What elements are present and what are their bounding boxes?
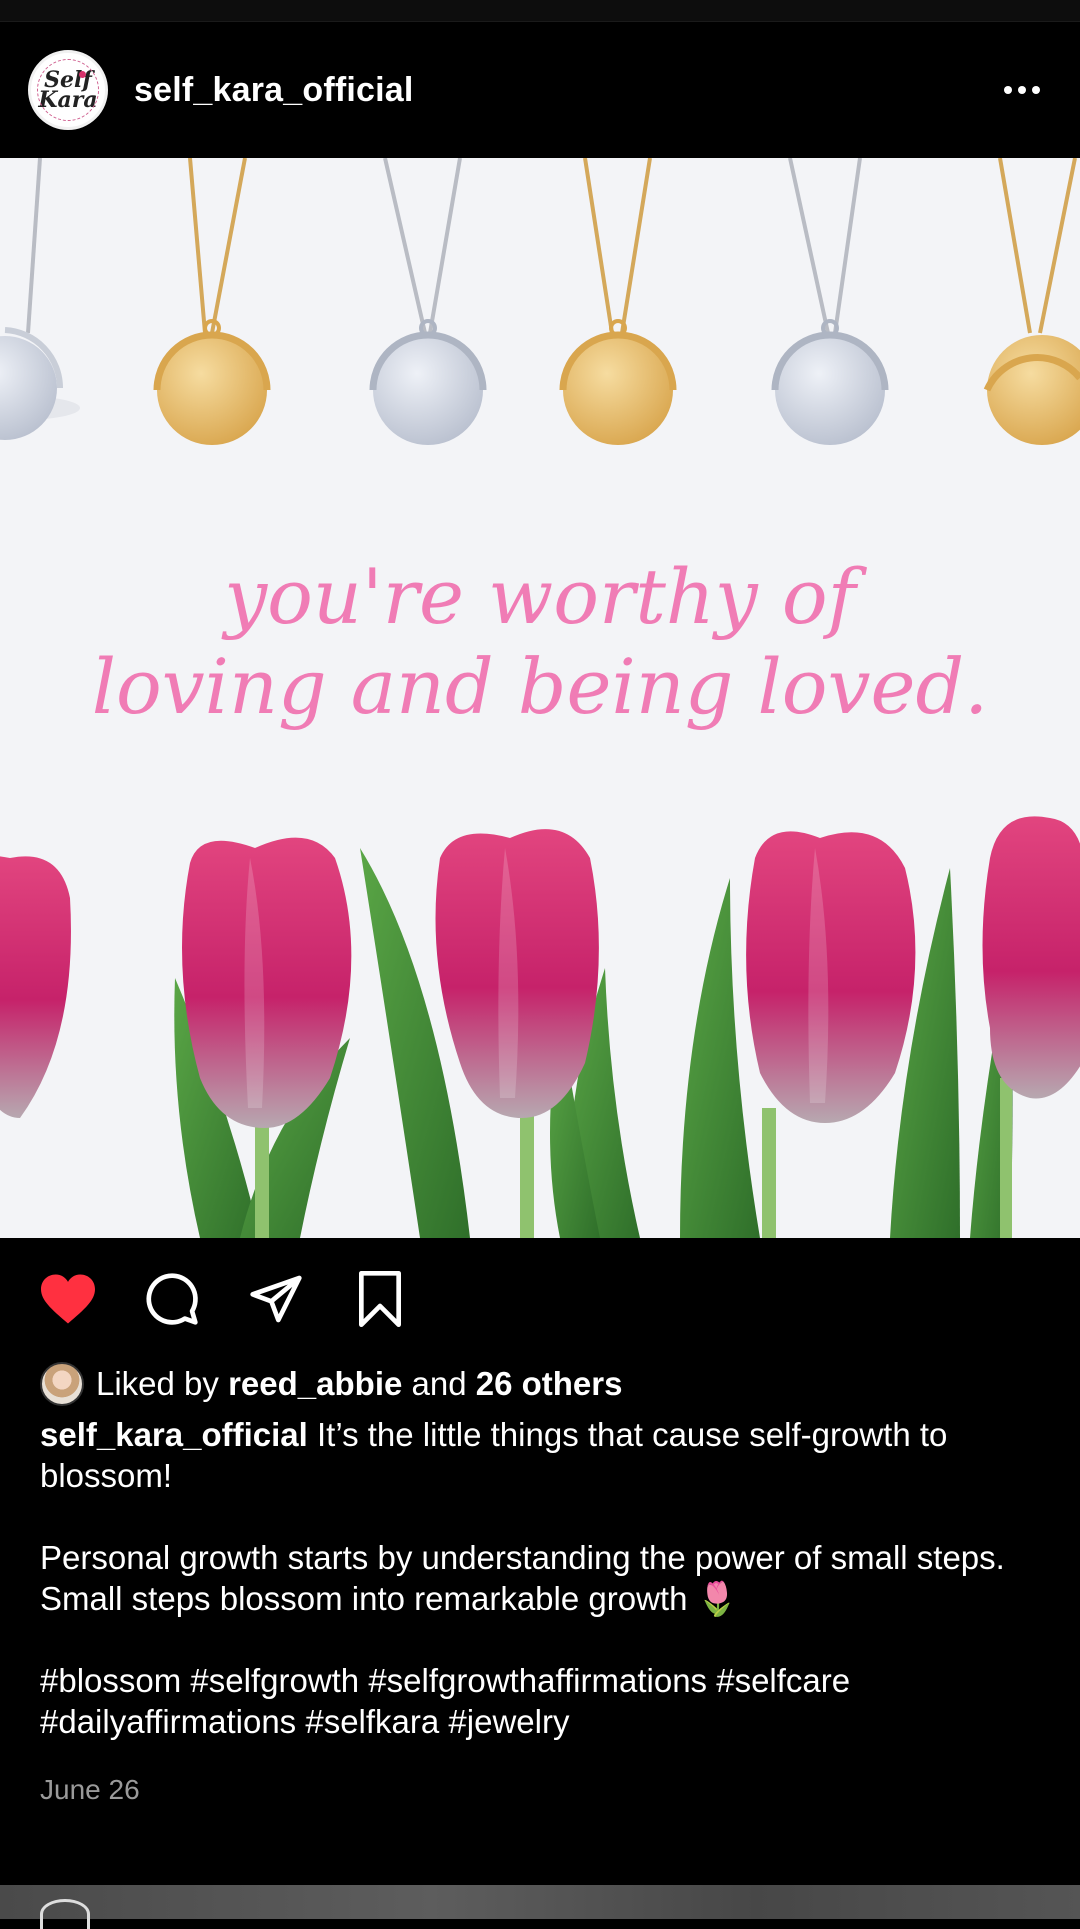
comment-button[interactable] [140, 1267, 204, 1331]
liked-prefix: Liked by [96, 1365, 219, 1402]
caption-paragraph: Personal growth starts by understanding … [40, 1539, 1005, 1617]
image-text-line1: you're worthy of [221, 552, 867, 641]
comment-icon [146, 1273, 198, 1325]
post-date: June 26 [40, 1774, 140, 1805]
liked-and: and [411, 1365, 467, 1402]
caption-hashtags[interactable]: #blossom #selfgrowth #selfgrowthaffirmat… [40, 1660, 1040, 1742]
share-icon [250, 1275, 302, 1323]
liked-user[interactable]: reed_abbie [228, 1365, 402, 1403]
likes-summary[interactable]: Liked by reed_abbie and 26 others [40, 1360, 622, 1408]
post-header: Self Kara self_kara_official [0, 22, 1080, 158]
post-actions-bar [0, 1238, 1080, 1360]
avatar-ring [37, 59, 99, 121]
post-image-artwork: you're worthy of loving and being loved. [0, 158, 1080, 1238]
bookmark-icon [359, 1271, 401, 1327]
post-caption: self_kara_official It’s the little thing… [40, 1414, 1040, 1783]
status-bar-edge [0, 0, 1080, 22]
post-username[interactable]: self_kara_official [134, 71, 414, 110]
liked-others[interactable]: 26 others [476, 1365, 623, 1403]
avatar-dot [79, 71, 86, 78]
liker-avatar [40, 1362, 84, 1406]
post-image[interactable]: you're worthy of loving and being loved. [0, 158, 1080, 1238]
like-button[interactable] [36, 1267, 100, 1331]
next-post-preview [0, 1885, 1080, 1929]
image-text-line2: loving and being loved. [92, 642, 989, 731]
image-script-text: you're worthy of loving and being loved. [92, 552, 989, 731]
save-button[interactable] [348, 1267, 412, 1331]
profile-avatar[interactable]: Self Kara [28, 50, 108, 130]
caption-username[interactable]: self_kara_official [40, 1416, 308, 1453]
share-button[interactable] [244, 1267, 308, 1331]
more-icon[interactable] [992, 70, 1052, 110]
heart-icon [41, 1274, 95, 1324]
